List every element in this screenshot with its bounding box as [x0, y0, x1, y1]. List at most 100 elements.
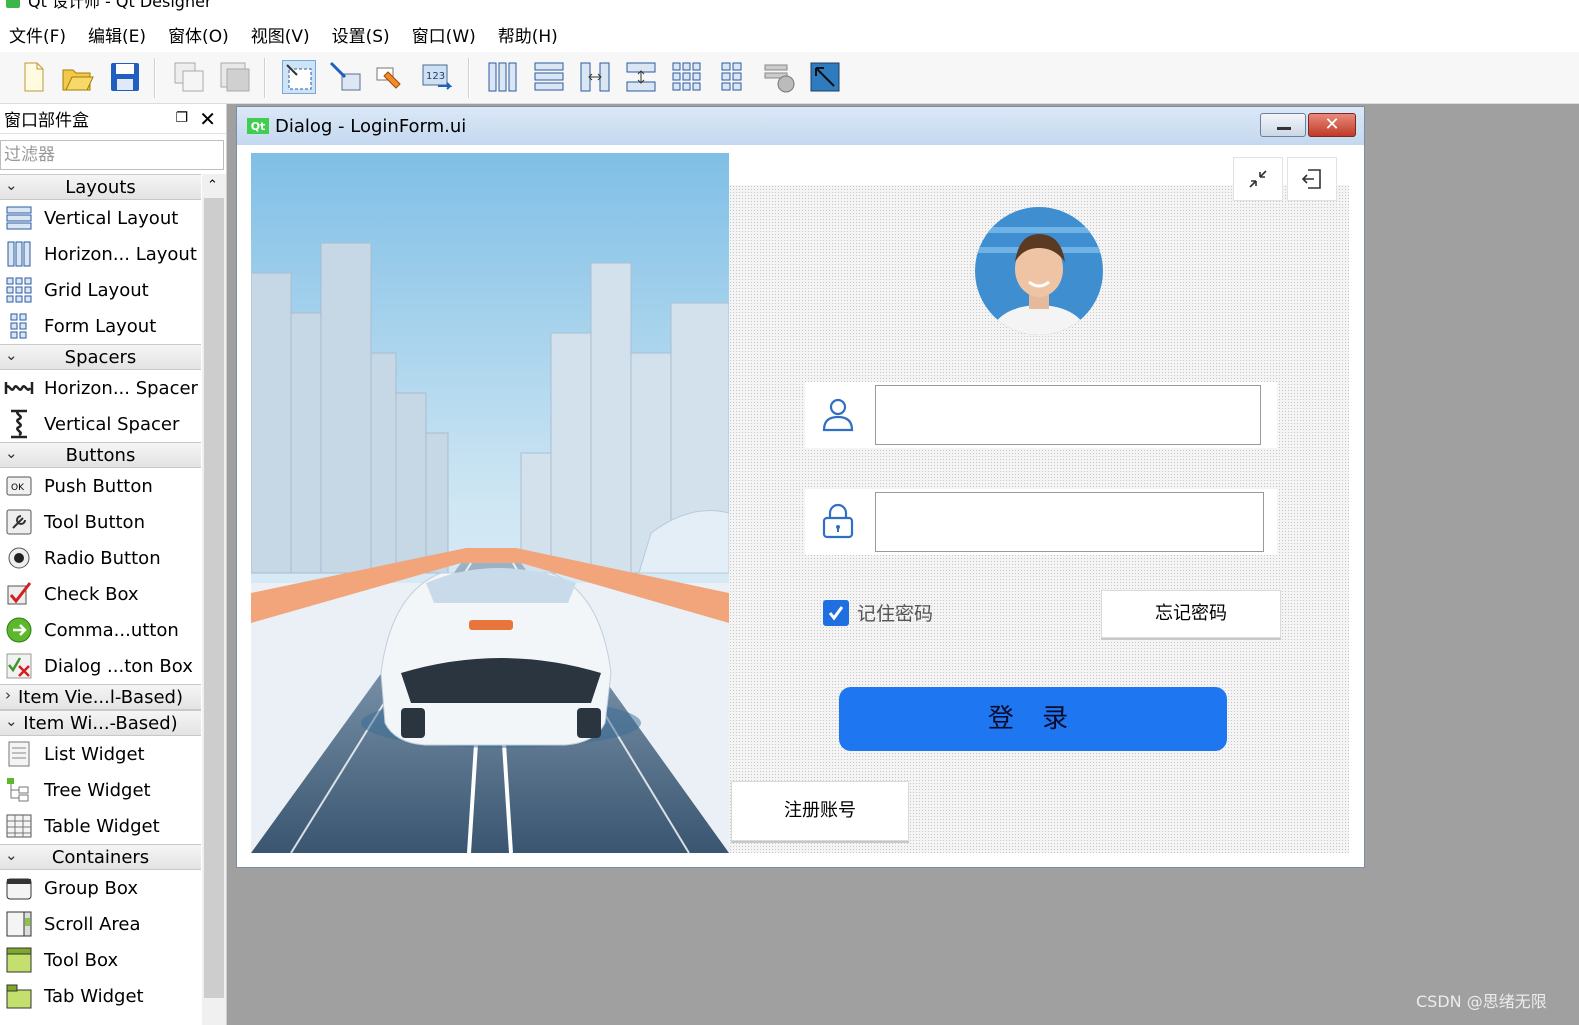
chevron-down-icon: ⌄ — [5, 846, 18, 864]
menu-form[interactable]: 窗体(O) — [159, 22, 242, 52]
item-label: Check Box — [44, 583, 139, 605]
new-file-icon[interactable] — [16, 60, 50, 94]
open-folder-icon[interactable] — [60, 60, 94, 94]
item-label: List Widget — [44, 743, 145, 765]
adjust-size-icon[interactable] — [808, 60, 842, 94]
layout-vertical-icon[interactable] — [532, 60, 566, 94]
username-input[interactable] — [875, 385, 1261, 445]
category-layouts[interactable]: ⌄ Layouts — [0, 174, 201, 200]
remember-checkbox[interactable] — [823, 599, 849, 626]
edit-signals-slots-icon[interactable] — [328, 60, 362, 94]
menu-help[interactable]: 帮助(H) — [489, 22, 571, 52]
category-containers[interactable]: ⌄ Containers — [0, 844, 201, 870]
menu-settings[interactable]: 设置(S) — [323, 22, 403, 52]
menubar: 文件(F) 编辑(E) 窗体(O) 视图(V) 设置(S) 窗口(W) 帮助(H… — [0, 22, 1579, 52]
csdn-watermark: CSDN @思绪无限 — [1416, 992, 1547, 1011]
item-label: Vertical Layout — [44, 207, 179, 229]
dialog-title: Dialog - LoginForm.ui — [275, 115, 467, 137]
login-form-canvas: 记住密码 忘记密码 登 录 注册账号 — [243, 145, 1358, 861]
login-button[interactable]: 登 录 — [839, 687, 1227, 751]
float-dock-icon[interactable]: ❐ — [175, 110, 188, 126]
toolbar-separator — [468, 58, 470, 98]
forgot-password-button[interactable]: 忘记密码 — [1101, 590, 1281, 638]
list-item-push-button[interactable]: OK Push Button — [0, 468, 201, 504]
list-item-horizontal-spacer[interactable]: Horizon... Spacer — [0, 370, 201, 406]
list-item-tool-box[interactable]: Tool Box — [0, 942, 201, 978]
layout-form-icon[interactable] — [716, 60, 750, 94]
list-item-grid-layout[interactable]: Grid Layout — [0, 272, 201, 308]
grid-layout-icon — [4, 275, 34, 305]
tool-box-icon — [4, 945, 34, 975]
list-item-tool-button[interactable]: Tool Button — [0, 504, 201, 540]
layout-horizontal-splitter-icon[interactable] — [578, 60, 612, 94]
layout-grid-icon[interactable] — [670, 60, 704, 94]
category-item-widgets[interactable]: ⌄ Item Wi...-Based) — [0, 710, 201, 736]
close-button[interactable]: ✕ — [1308, 113, 1356, 137]
qt-logo-icon: Qt — [247, 118, 269, 134]
list-item-horizontal-layout[interactable]: Horizon... Layout — [0, 236, 201, 272]
copy-icon[interactable] — [172, 60, 206, 94]
category-item-views[interactable]: › Item Vie...l-Based) — [0, 684, 201, 710]
scroll-up-arrow-icon[interactable]: ⌃ — [207, 178, 218, 193]
form-layout-icon — [4, 311, 34, 341]
menu-edit[interactable]: 编辑(E) — [79, 22, 159, 52]
dialog-button-box-icon — [4, 651, 34, 681]
item-label: Tab Widget — [44, 985, 144, 1007]
break-layout-icon[interactable] — [762, 60, 796, 94]
layout-vertical-splitter-icon[interactable] — [624, 60, 658, 94]
minimize-panel-button[interactable] — [1233, 157, 1283, 201]
close-dock-icon[interactable]: ✕ — [199, 107, 216, 131]
group-box-icon — [4, 873, 34, 903]
scrollbar-thumb[interactable] — [204, 198, 224, 998]
register-button[interactable]: 注册账号 — [731, 781, 909, 841]
horizontal-spacer-icon — [4, 373, 34, 403]
layout-horizontal-icon[interactable] — [486, 60, 520, 94]
category-spacers[interactable]: ⌄ Spacers — [0, 344, 201, 370]
collapse-arrows-icon — [1249, 170, 1267, 188]
list-item-command-link-button[interactable]: Comma...utton — [0, 612, 201, 648]
tree-widget-icon — [4, 775, 34, 805]
command-link-icon — [4, 615, 34, 645]
dialog-title-bar[interactable]: Qt Dialog - LoginForm.ui ✕ — [237, 107, 1364, 145]
edit-widgets-icon[interactable] — [282, 60, 316, 94]
remember-password[interactable]: 记住密码 — [823, 599, 933, 626]
menu-view[interactable]: 视图(V) — [242, 22, 323, 52]
table-widget-icon — [4, 811, 34, 841]
item-label: Horizon... Spacer — [44, 377, 198, 399]
list-item-check-box[interactable]: Check Box — [0, 576, 201, 612]
list-item-scroll-area[interactable]: Scroll Area — [0, 906, 201, 942]
widget-box-header: 窗口部件盒 ❐ ✕ — [0, 104, 226, 134]
list-item-vertical-spacer[interactable]: Vertical Spacer — [0, 406, 201, 442]
list-item-list-widget[interactable]: List Widget — [0, 736, 201, 772]
list-item-group-box[interactable]: Group Box — [0, 870, 201, 906]
paste-icon[interactable] — [218, 60, 252, 94]
menu-file[interactable]: 文件(F) — [0, 22, 79, 52]
list-item-vertical-layout[interactable]: Vertical Layout — [0, 200, 201, 236]
exit-panel-button[interactable] — [1287, 157, 1337, 201]
svg-text:123: 123 — [426, 71, 445, 82]
chevron-down-icon: ⌄ — [5, 176, 18, 194]
chevron-right-icon: › — [5, 686, 11, 704]
minimize-button[interactable] — [1260, 113, 1306, 137]
checkmark-icon — [828, 605, 844, 620]
list-item-tab-widget[interactable]: Tab Widget — [0, 978, 201, 1014]
widget-filter-input[interactable]: 过滤器 — [0, 140, 224, 170]
list-item-radio-button[interactable]: Radio Button — [0, 540, 201, 576]
widget-box-title: 窗口部件盒 — [4, 111, 89, 131]
list-item-table-widget[interactable]: Table Widget — [0, 808, 201, 844]
list-item-tree-widget[interactable]: Tree Widget — [0, 772, 201, 808]
list-item-form-layout[interactable]: Form Layout — [0, 308, 201, 344]
toolbar-separator — [264, 58, 266, 98]
list-item-dialog-button-box[interactable]: Dialog ...ton Box — [0, 648, 201, 684]
edit-buddies-icon[interactable] — [374, 60, 408, 94]
category-buttons[interactable]: ⌄ Buttons — [0, 442, 201, 468]
item-label: Horizon... Layout — [44, 243, 197, 265]
password-input[interactable] — [875, 492, 1264, 552]
logout-icon — [1301, 169, 1321, 189]
widget-box-scrollbar[interactable]: ⌃ — [202, 174, 226, 1025]
save-icon[interactable] — [108, 60, 142, 94]
item-label: Scroll Area — [44, 913, 141, 935]
menu-window[interactable]: 窗口(W) — [403, 22, 489, 52]
edit-tab-order-icon[interactable]: 123 — [420, 60, 454, 94]
city-car-illustration — [251, 153, 729, 853]
